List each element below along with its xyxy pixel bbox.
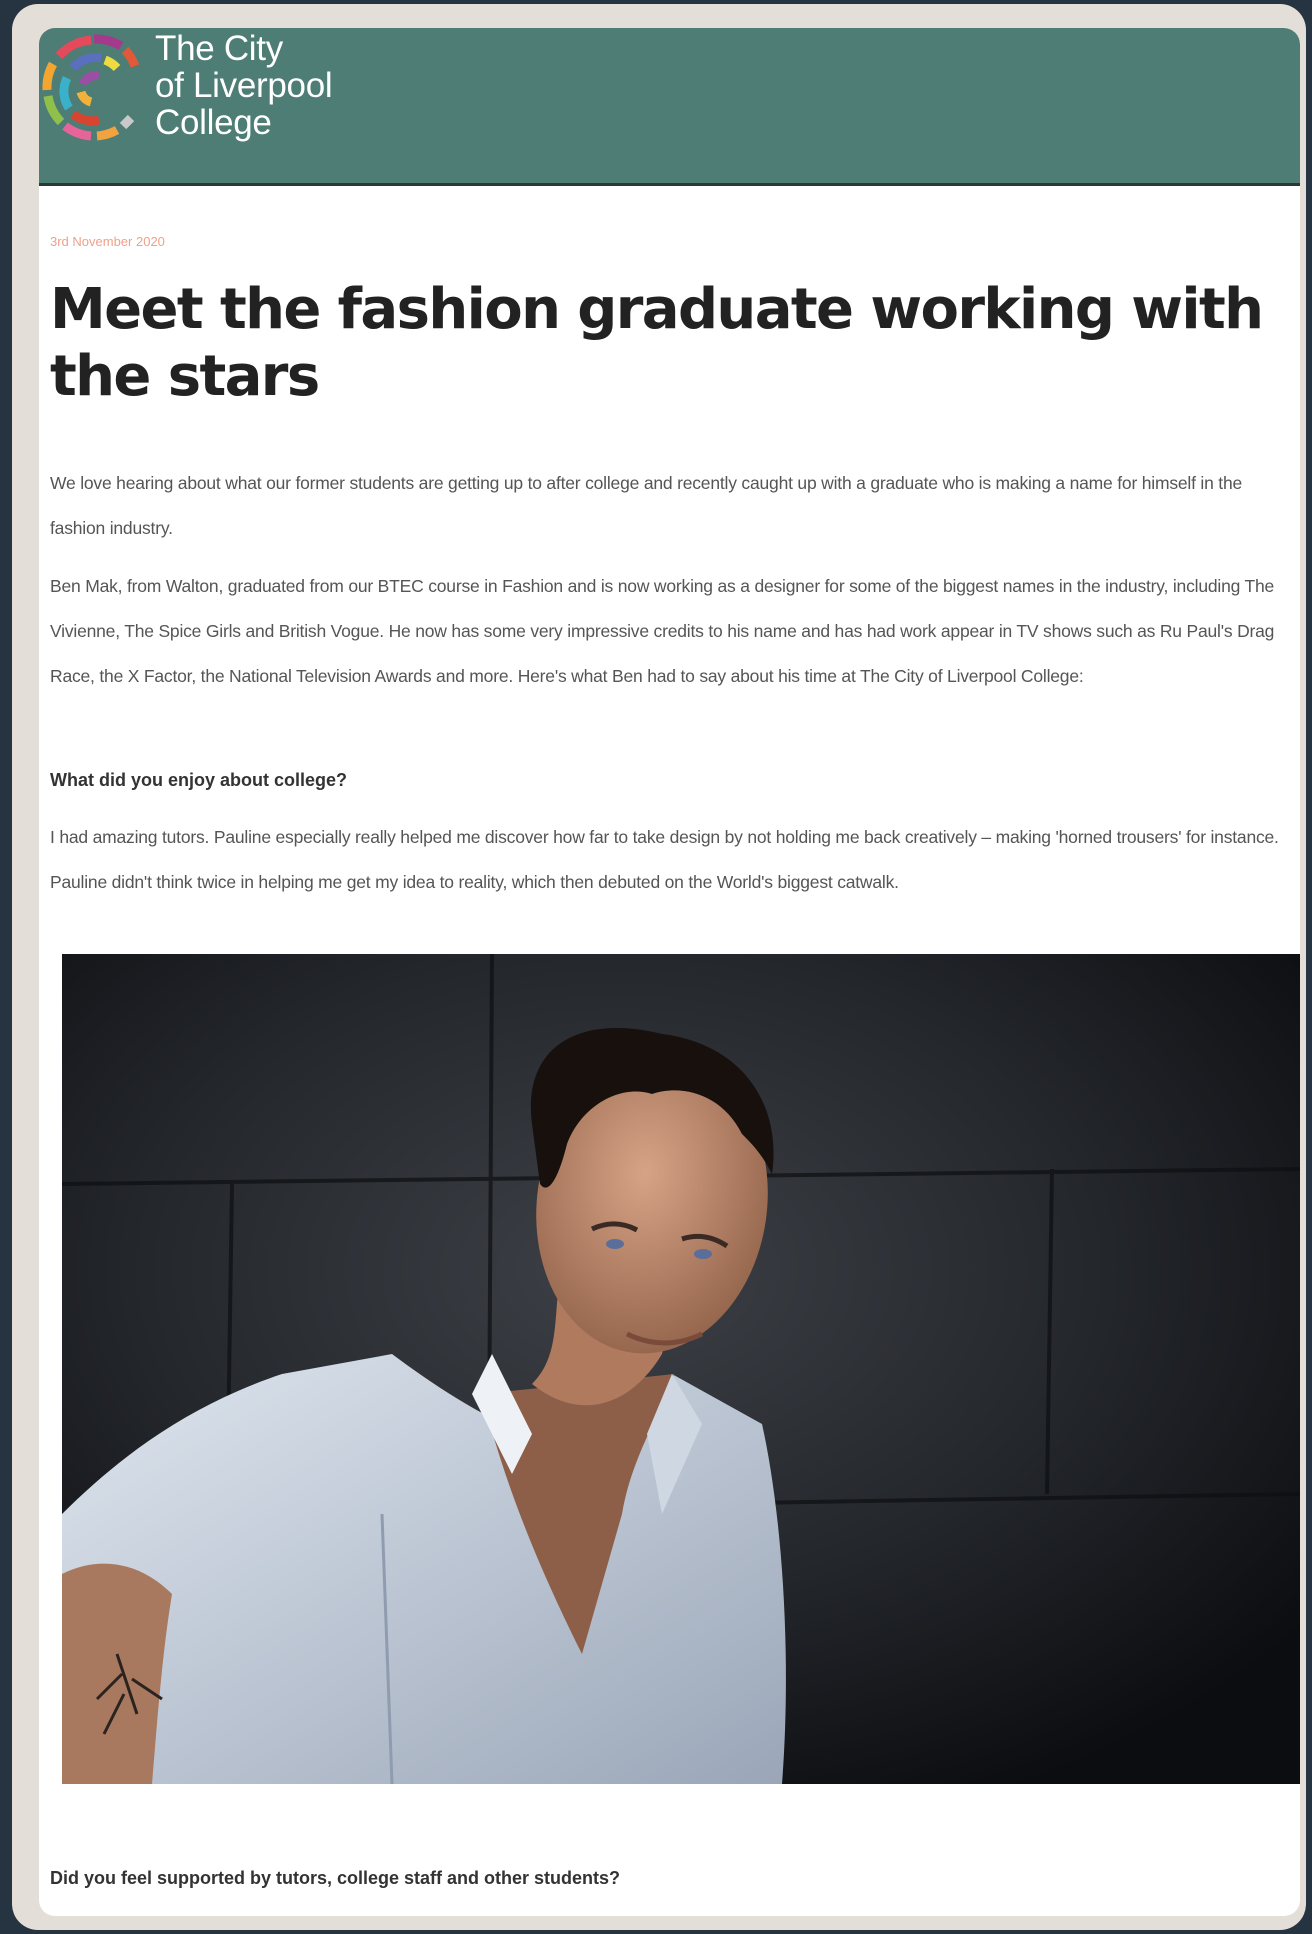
logo-line-2: of Liverpool [155, 66, 333, 105]
browser-screen: The City of Liverpool College 3rd Novemb… [39, 28, 1300, 1916]
article-body-paragraph: Ben Mak, from Walton, graduated from our… [50, 576, 1275, 686]
device-frame: The City of Liverpool College 3rd Novemb… [12, 4, 1306, 1930]
question-heading: What did you enjoy about college? [50, 770, 348, 790]
graduate-portrait-photo [62, 954, 1300, 1784]
question-heading: Did you feel supported by tutors, colleg… [50, 1868, 621, 1888]
article-date: 3rd November 2020 [50, 234, 165, 249]
portrait-illustration [62, 954, 1300, 1784]
college-logo-text[interactable]: The City of Liverpool College [155, 29, 333, 142]
article-intro: We love hearing about what our former st… [50, 473, 1243, 538]
logo-line-3: College [155, 103, 272, 142]
article-title: Meet the fashion graduate working with t… [50, 277, 1264, 409]
college-logo-icon [42, 34, 140, 141]
logo-line-1: The City [155, 29, 283, 68]
site-header: The City of Liverpool College [39, 28, 1300, 186]
answer-paragraph: I had amazing tutors. Pauline especially… [50, 827, 1279, 892]
